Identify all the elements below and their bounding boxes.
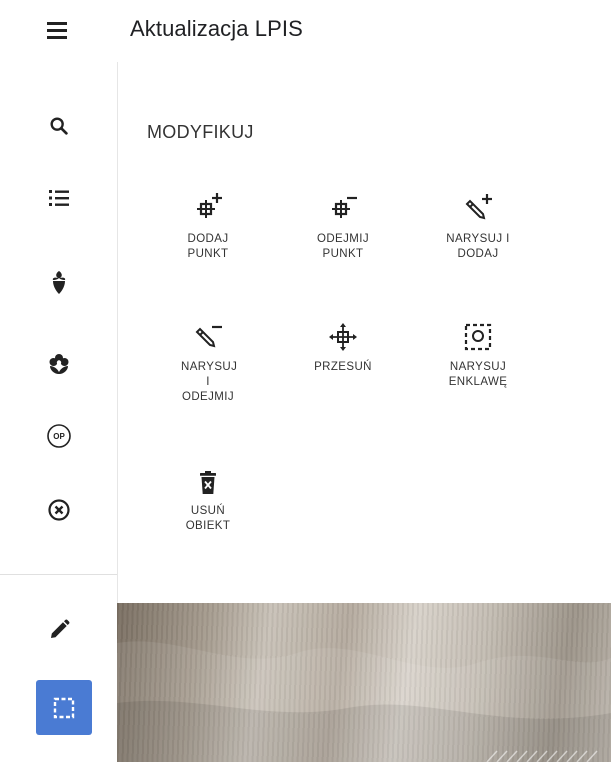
app-header: Aktualizacja LPIS [0,0,611,62]
flower-icon[interactable] [39,344,79,384]
draw-add-label: NARYSUJ I DODAJ [446,233,510,260]
move-label: PRZESUŃ [314,361,372,373]
draw-add-icon [423,182,533,224]
map-view[interactable] [117,603,611,762]
crop-plant-icon[interactable] [39,262,79,302]
map-imagery [117,641,611,762]
add-point-button[interactable]: DODAJ PUNKT [153,182,263,262]
delete-object-label: USUŃ OBIEKT [185,505,231,532]
remove-point-button[interactable]: ODEJMIJ PUNKT [288,182,398,262]
rail-divider [0,574,117,575]
add-point-icon [153,182,263,224]
delete-object-button[interactable]: USUŃ OBIEKT [153,454,263,534]
draw-subtract-button[interactable]: NARYSUJ I ODEJMIJ [153,310,263,405]
list-icon[interactable] [39,178,79,218]
delete-icon [153,454,263,496]
draw-enclave-icon [423,310,533,352]
side-rail [0,62,118,762]
menu-icon[interactable] [44,20,72,42]
draw-enclave-label: NARYSUJ ENKLAWĘ [448,361,508,388]
move-icon [288,310,398,352]
op-badge-icon[interactable]: OP [39,416,79,456]
draw-subtract-label: NARYSUJ I ODEJMIJ [181,361,238,403]
draw-subtract-icon [153,310,263,352]
draw-add-button[interactable]: NARYSUJ I DODAJ [423,182,533,262]
remove-point-icon [288,182,398,224]
selection-icon[interactable] [36,680,92,735]
close-circle-icon[interactable] [39,490,79,530]
page-title: Aktualizacja LPIS [130,16,303,41]
remove-point-label: ODEJMIJ PUNKT [317,233,369,260]
modify-panel: MODYFIKUJ DODAJ PUNKT ODEJMIJ PUNKT NARY… [118,62,611,603]
op-badge-text: OP [53,432,65,441]
draw-enclave-button[interactable]: NARYSUJ ENKLAWĘ [423,310,533,390]
add-point-label: DODAJ PUNKT [187,233,229,260]
pencil-icon[interactable] [39,610,79,650]
move-button[interactable]: PRZESUŃ [288,310,398,375]
panel-title: MODYFIKUJ [147,122,254,142]
search-icon[interactable] [39,106,79,146]
